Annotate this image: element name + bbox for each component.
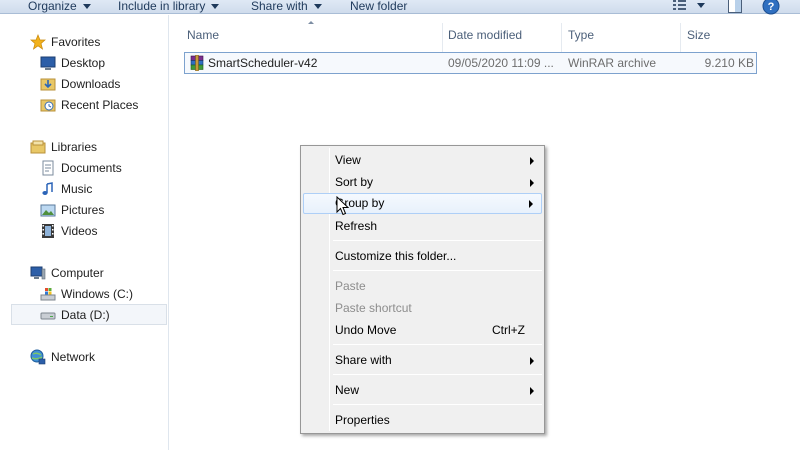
preview-pane-button[interactable]: [727, 0, 743, 16]
navigation-pane: Favorites Desktop Downloads Recent Place…: [0, 15, 169, 450]
change-view-button[interactable]: [672, 0, 712, 16]
menu-item-share-with[interactable]: Share with: [303, 350, 542, 371]
menu-item-sort-by[interactable]: Sort by: [303, 172, 542, 193]
new-folder-label: New folder: [350, 0, 408, 13]
context-menu: View Sort by Group by Refresh Customize …: [300, 145, 545, 434]
libraries-icon: [30, 140, 46, 154]
chevron-down-icon: [82, 4, 91, 9]
menu-item-label: Undo Move: [335, 323, 397, 337]
nav-label: Videos: [61, 224, 98, 238]
column-divider[interactable]: [442, 23, 443, 53]
menu-item-label: Properties: [335, 413, 390, 427]
menu-item-new[interactable]: New: [303, 380, 542, 401]
submenu-arrow-icon: [530, 179, 534, 187]
menu-item-refresh[interactable]: Refresh: [303, 216, 542, 237]
pictures-icon: [40, 204, 56, 217]
documents-icon: [42, 160, 54, 176]
column-divider[interactable]: [561, 23, 562, 53]
menu-item-paste-shortcut[interactable]: Paste shortcut: [303, 298, 542, 319]
share-with-button[interactable]: Share with: [251, 0, 322, 14]
menu-separator: [333, 344, 542, 345]
menu-item-customize-folder[interactable]: Customize this folder...: [303, 246, 542, 267]
mouse-pointer-icon: [336, 196, 350, 216]
recent-places-icon: [40, 99, 56, 112]
menu-separator: [333, 270, 542, 271]
file-type: WinRAR archive: [568, 56, 657, 70]
include-in-library-button[interactable]: Include in library: [118, 0, 220, 14]
column-header-date-modified[interactable]: Date modified: [448, 15, 522, 50]
submenu-arrow-icon: [529, 200, 533, 208]
nav-label: Music: [61, 182, 93, 196]
music-note-icon: [42, 182, 53, 195]
column-divider[interactable]: [680, 23, 681, 53]
svg-text:?: ?: [768, 1, 775, 13]
file-name: SmartScheduler-v42: [208, 56, 318, 70]
nav-label: Recent Places: [61, 98, 139, 112]
sort-ascending-icon: [308, 21, 314, 24]
submenu-arrow-icon: [530, 157, 534, 165]
command-bar: Organize Include in library Share with N…: [0, 0, 800, 16]
new-folder-button[interactable]: New folder: [350, 0, 407, 14]
submenu-arrow-icon: [530, 357, 534, 365]
star-icon: [30, 34, 46, 50]
system-drive-icon: [40, 288, 56, 301]
menu-item-properties[interactable]: Properties: [303, 410, 542, 431]
share-with-label: Share with: [251, 0, 308, 13]
network-icon: [30, 349, 46, 365]
nav-label: Computer: [51, 266, 104, 280]
organize-button[interactable]: Organize: [28, 0, 91, 14]
column-header-label: Name: [187, 28, 220, 42]
downloads-folder-icon: [40, 78, 56, 91]
nav-label: Downloads: [61, 77, 121, 91]
menu-item-view[interactable]: View: [303, 150, 542, 171]
nav-label: Data (D:): [61, 308, 110, 322]
nav-label: Favorites: [51, 35, 101, 49]
menu-item-label: New: [335, 383, 360, 397]
help-icon: ?: [762, 0, 780, 15]
preview-pane-icon: [728, 0, 742, 13]
hard-drive-icon: [40, 312, 56, 320]
column-header-name[interactable]: Name: [187, 15, 219, 50]
nav-label: Libraries: [51, 140, 98, 154]
nav-label: Windows (C:): [61, 287, 134, 301]
chevron-down-icon: [211, 4, 220, 9]
organize-label: Organize: [28, 0, 77, 13]
file-date-modified: 09/05/2020 11:09 ...: [448, 56, 554, 70]
menu-item-paste[interactable]: Paste: [303, 276, 542, 297]
menu-item-label: View: [335, 153, 361, 167]
menu-item-label: Paste shortcut: [335, 301, 412, 315]
nav-label: Desktop: [61, 56, 106, 70]
column-header-label: Size: [687, 28, 711, 42]
file-size: 9.210 KB: [704, 56, 754, 70]
submenu-arrow-icon: [530, 387, 534, 395]
nav-label: Documents: [61, 161, 122, 175]
computer-icon: [30, 266, 46, 280]
column-header-type[interactable]: Type: [568, 15, 594, 50]
column-header-size[interactable]: Size: [687, 15, 710, 50]
chevron-down-icon: [313, 4, 322, 9]
nav-label: Pictures: [61, 203, 105, 217]
menu-item-label: Refresh: [335, 219, 378, 233]
menu-item-label: Share with: [335, 353, 392, 367]
menu-separator: [333, 404, 542, 405]
menu-separator: [333, 240, 542, 241]
menu-item-label: Customize this folder...: [335, 249, 457, 263]
desktop-icon: [40, 56, 56, 70]
menu-item-undo-move[interactable]: Undo Move Ctrl+Z: [303, 320, 542, 341]
videos-film-icon: [42, 224, 54, 238]
menu-separator: [333, 374, 542, 375]
include-in-library-label: Include in library: [118, 0, 206, 13]
winrar-archive-icon: [190, 55, 204, 71]
file-row[interactable]: SmartScheduler-v42 09/05/2020 11:09 ... …: [184, 52, 757, 74]
menu-item-label: Paste: [335, 279, 366, 293]
view-options-icon: [673, 0, 705, 10]
nav-label: Network: [51, 350, 96, 364]
column-header-label: Date modified: [448, 28, 523, 42]
menu-item-shortcut: Ctrl+Z: [492, 323, 525, 337]
menu-item-label: Sort by: [335, 175, 374, 189]
column-header-label: Type: [568, 28, 595, 42]
